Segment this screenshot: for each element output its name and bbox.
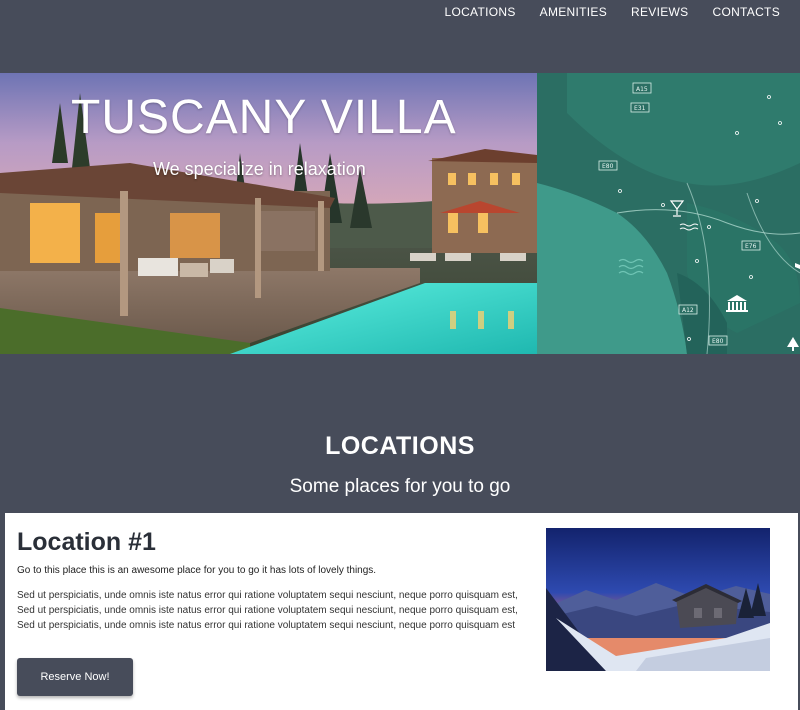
map-road-label: A15 bbox=[636, 86, 648, 93]
villa-photo: TUSCANY VILLA We specialize in relaxatio… bbox=[0, 73, 537, 354]
location-card-image bbox=[546, 528, 770, 671]
hero-title: TUSCANY VILLA bbox=[71, 91, 457, 144]
nav-link-contacts[interactable]: CONTACTS bbox=[712, 5, 780, 19]
map-road-label: E80 bbox=[712, 338, 724, 345]
map-illustration: A15 E31 E80 E76 A12 E80 bbox=[537, 73, 800, 354]
locations-section-title: LOCATIONS bbox=[325, 432, 475, 460]
locations-section-subtitle: Some places for you to go bbox=[289, 476, 511, 497]
nav-link-locations[interactable]: LOCATIONS bbox=[444, 5, 515, 19]
location-card-title: Location #1 bbox=[17, 528, 156, 556]
map-road-label: E76 bbox=[745, 243, 757, 250]
reserve-now-button[interactable]: Reserve Now! bbox=[17, 658, 133, 696]
top-nav: LOCATIONS AMENITIES REVIEWS CONTACTS bbox=[0, 0, 800, 24]
map-road-label: E31 bbox=[634, 105, 646, 112]
hero-subtitle: We specialize in relaxation bbox=[153, 159, 366, 179]
location-card: Location #1 Go to this place this is an … bbox=[5, 513, 798, 710]
nav-link-reviews[interactable]: REVIEWS bbox=[631, 5, 688, 19]
mountain-cabin-illustration bbox=[546, 528, 770, 671]
location-card-body: Sed ut perspiciatis, unde omnis iste nat… bbox=[17, 590, 518, 631]
hero-banner: TUSCANY VILLA We specialize in relaxatio… bbox=[0, 73, 800, 354]
region-map: A15 E31 E80 E76 A12 E80 bbox=[537, 73, 800, 354]
nav-link-amenities[interactable]: AMENITIES bbox=[540, 5, 607, 19]
map-road-label: E80 bbox=[602, 163, 614, 170]
map-road-label: A12 bbox=[682, 307, 694, 314]
location-card-lead: Go to this place this is an awesome plac… bbox=[17, 565, 377, 576]
